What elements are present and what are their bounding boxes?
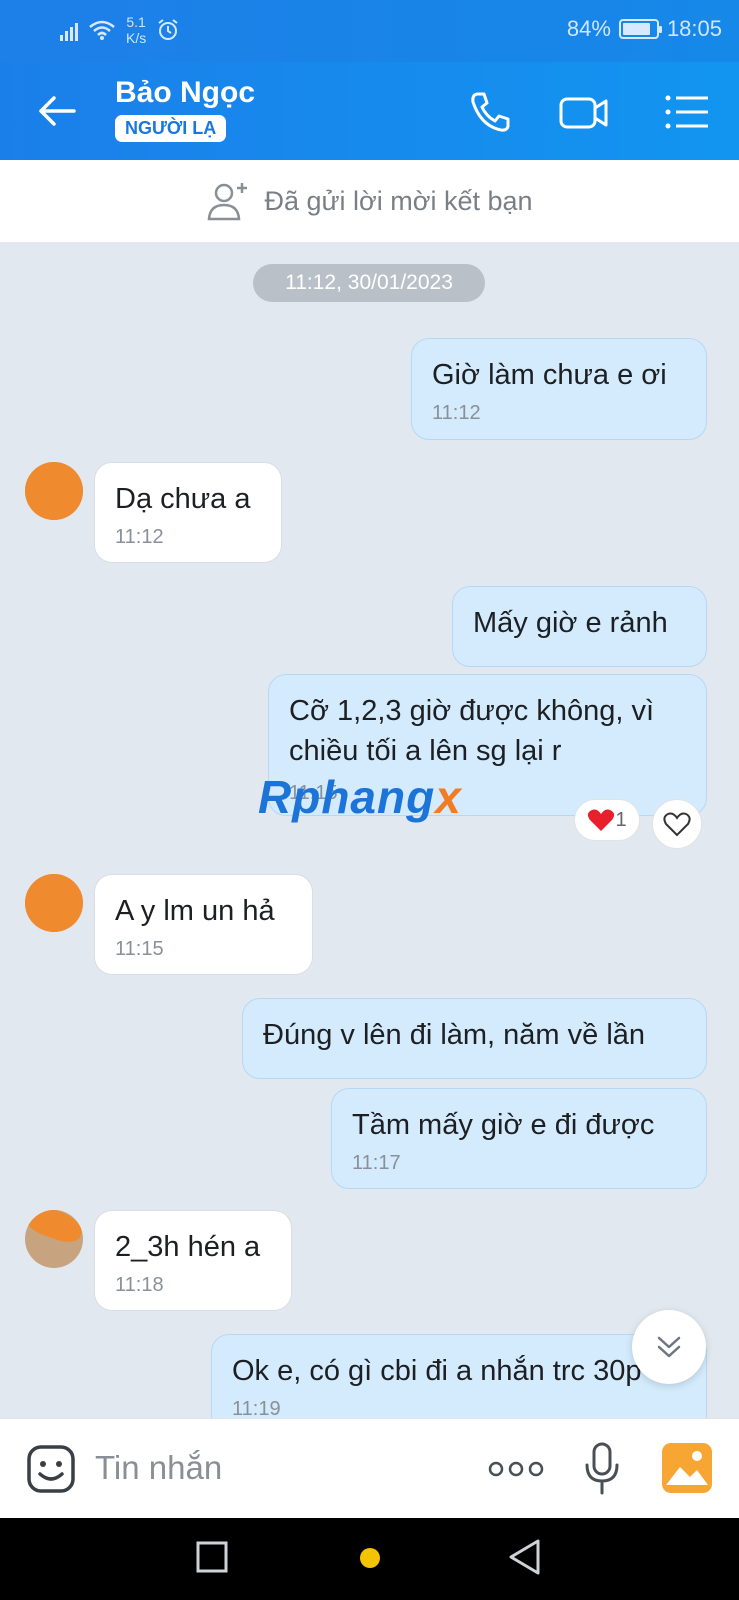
message-time: 11:12 <box>432 402 481 424</box>
home-button[interactable] <box>358 1546 382 1570</box>
message-input-bar: Tin nhắn <box>0 1418 739 1518</box>
reaction-count[interactable]: 1 <box>574 799 640 841</box>
message-bubble-outgoing[interactable]: Đúng v lên đi làm, năm về lần <box>242 998 707 1079</box>
system-navigation-bar <box>0 1518 739 1600</box>
message-time: 11:18 <box>115 1274 164 1296</box>
message-time: 11:15 <box>115 938 164 960</box>
message-bubble-incoming[interactable]: Dạ chưa a 11:12 <box>94 462 282 563</box>
chat-header: Bảo Ngọc NGƯỜI LẠ <box>0 62 739 160</box>
message-bubble-outgoing[interactable]: Tầm mấy giờ e đi được 11:17 <box>331 1088 707 1189</box>
gallery-image-icon[interactable] <box>660 1441 714 1495</box>
message-time: 11:12 <box>115 526 164 548</box>
message-bubble-outgoing[interactable]: Mấy giờ e rảnh <box>452 586 707 667</box>
phone-icon[interactable] <box>463 84 519 140</box>
message-text: Dạ chưa a <box>115 483 251 515</box>
message-text: 2_3h hén a <box>115 1231 261 1263</box>
emoji-sticker-icon[interactable] <box>26 1444 76 1494</box>
watermark: Rphangx <box>258 771 462 823</box>
video-camera-icon[interactable] <box>556 84 612 140</box>
message-text: Đúng v lên đi làm, năm về lần <box>263 1019 646 1051</box>
scroll-to-bottom-button[interactable] <box>632 1310 706 1384</box>
message-text: Giờ làm chưa e ơi <box>432 359 667 391</box>
wifi-icon <box>89 20 115 40</box>
stranger-badge: NGƯỜI LẠ <box>115 115 227 142</box>
clock: 18:05 <box>666 16 722 41</box>
signal-icon <box>60 19 78 41</box>
message-input[interactable]: Tin nhắn <box>95 1449 222 1487</box>
message-bubble-incoming[interactable]: A y lm un hả 11:15 <box>94 874 313 975</box>
menu-list-icon[interactable] <box>660 84 716 140</box>
friend-request-text: Đã gửi lời mời kết bạn <box>264 185 533 216</box>
message-clip: Ok e, có gì cbi đi a nhắn trc 30p 11:19 <box>0 1300 739 1418</box>
net-speed: 5.1 K/s <box>126 14 147 46</box>
back-arrow-icon[interactable] <box>34 88 80 134</box>
battery-percent: 84% <box>566 16 611 41</box>
message-text: A y lm un hả <box>115 895 275 927</box>
avatar[interactable] <box>25 874 83 932</box>
message-text: Ok e, có gì cbi đi a nhắn trc 30p <box>232 1355 642 1387</box>
message-text: Cỡ 1,2,3 giờ được không, vì chiều tối a … <box>289 695 655 767</box>
message-text: Mấy giờ e rảnh <box>473 607 668 639</box>
more-dots-icon[interactable] <box>488 1459 544 1479</box>
message-time: 11:19 <box>232 1398 281 1418</box>
avatar[interactable] <box>25 462 83 520</box>
date-separator: 11:12, 30/01/2023 <box>253 264 485 302</box>
heart-outline-icon <box>663 812 691 837</box>
message-bubble-incoming[interactable]: 2_3h hén a 11:18 <box>94 1210 292 1311</box>
alarm-icon <box>158 19 178 40</box>
battery-icon <box>618 19 662 39</box>
recent-apps-button[interactable] <box>195 1540 229 1574</box>
add-friend-icon <box>208 183 248 221</box>
react-button[interactable] <box>652 799 702 849</box>
microphone-icon[interactable] <box>582 1441 622 1497</box>
heart-icon <box>588 809 615 831</box>
message-text: Tầm mấy giờ e đi được <box>352 1109 655 1141</box>
message-time: 11:17 <box>352 1152 401 1174</box>
status-bar: 5.1 K/s 84% 18:05 <box>0 0 739 62</box>
double-chevron-down-icon <box>657 1336 681 1358</box>
friend-request-banner[interactable]: Đã gửi lời mời kết bạn <box>0 160 739 242</box>
back-button[interactable] <box>507 1538 543 1576</box>
message-bubble-outgoing[interactable]: Giờ làm chưa e ơi 11:12 <box>411 338 707 440</box>
avatar[interactable] <box>25 1210 83 1268</box>
contact-name[interactable]: Bảo Ngọc <box>115 76 255 110</box>
